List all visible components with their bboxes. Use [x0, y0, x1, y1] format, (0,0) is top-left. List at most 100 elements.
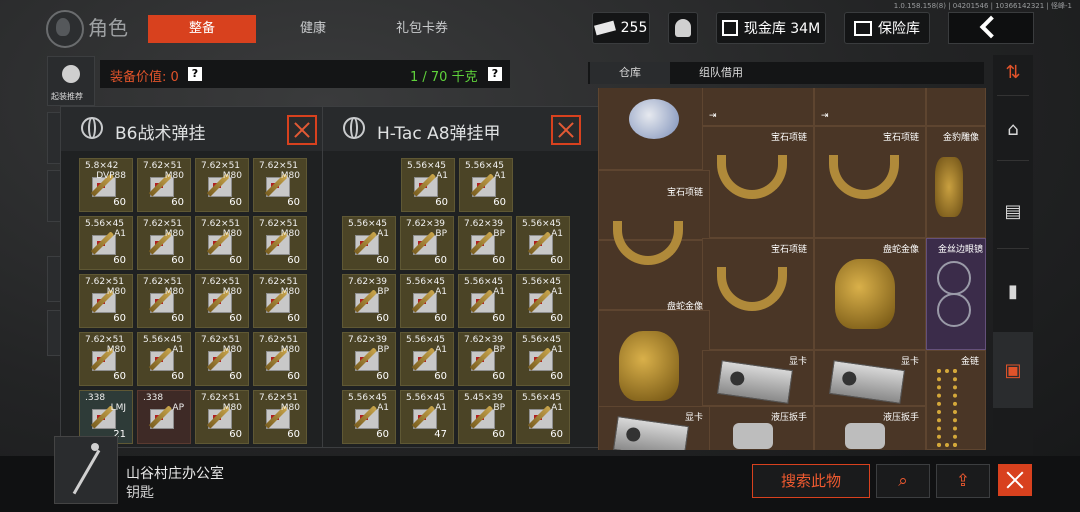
warehouse-item-leopard[interactable]: 金豹雕像 [926, 126, 986, 238]
ammo-cell[interactable]: 5.56×45 A1 47 [400, 390, 454, 444]
warehouse-item-vase[interactable]: ⇥ [814, 88, 926, 126]
ammo-caliber: 5.45×39 [464, 393, 504, 403]
ammo-cell[interactable]: 7.62×51 M80 60 [253, 158, 307, 212]
ammo-type: DVP88 [96, 171, 126, 181]
gpu-icon [716, 360, 794, 404]
ammo-cell[interactable]: 7.62×51 M80 60 [195, 332, 249, 386]
close-panel-button[interactable] [287, 115, 317, 145]
ammo-caliber: 7.62×51 [143, 219, 183, 229]
ammo-caliber: 7.62×51 [259, 393, 299, 403]
value-help-icon[interactable]: ? [188, 67, 202, 81]
cash-vault-button[interactable]: 现金库 34M [716, 12, 826, 44]
ticket-counter[interactable]: 255 [592, 12, 650, 44]
warehouse-item-gpu[interactable]: 显卡 [702, 350, 814, 406]
ammo-cell[interactable]: 5.56×45 A1 60 [79, 216, 133, 270]
box-icon[interactable]: ▣ [993, 332, 1033, 408]
ammo-cell[interactable]: 7.62×39 BP 60 [342, 274, 396, 328]
ammo-cell[interactable]: 5.56×45 A1 60 [342, 390, 396, 444]
ammo-cell[interactable]: 7.62×51 M80 60 [79, 332, 133, 386]
ammo-cell[interactable]: 7.62×39 BP 60 [458, 216, 512, 270]
ammo-cell[interactable]: 7.62×39 BP 60 [400, 216, 454, 270]
ammo-cell[interactable]: 7.62×51 M80 60 [253, 274, 307, 328]
ammo-cell[interactable]: 7.62×51 M80 60 [195, 274, 249, 328]
ammo-count: 60 [550, 255, 563, 266]
trade-button[interactable]: ⇪ [936, 464, 990, 498]
tab-team-borrow[interactable]: 组队借用 [674, 62, 768, 84]
ammo-cell[interactable]: 5.45×39 BP 60 [458, 390, 512, 444]
mark-icon: ⇥ [709, 111, 717, 121]
ammo-cell[interactable]: 7.62×51 M80 60 [195, 158, 249, 212]
warehouse-item-lamp[interactable]: ⇥ [702, 88, 814, 126]
ammo-type: M80 [106, 287, 126, 297]
ammo-cell[interactable]: 7.62×51 M80 60 [195, 390, 249, 444]
ammo-caliber: 5.56×45 [406, 393, 446, 403]
warehouse-item-gold-chain[interactable]: 金链 [926, 350, 986, 450]
ammo-cell[interactable]: 7.62×51 M80 60 [137, 274, 191, 328]
version-text: 1.0.158.158(8) | 04201546 | 10366142321 … [893, 2, 1072, 10]
ammo-cell[interactable]: 7.62×51 M80 60 [79, 274, 133, 328]
avatar-button[interactable] [668, 12, 698, 44]
ammo-cell[interactable]: 7.62×39 BP 60 [342, 332, 396, 386]
storage-icon[interactable]: ▤ [993, 186, 1033, 236]
key-icon[interactable] [54, 436, 118, 504]
ammo-cell[interactable]: 7.62×51 M80 60 [137, 216, 191, 270]
ammo-cell[interactable]: 5.56×45 A1 60 [516, 332, 570, 386]
ammo-count: 60 [229, 255, 242, 266]
ammo-cell[interactable]: 5.56×45 A1 60 [342, 216, 396, 270]
search-item-button[interactable]: 搜索此物 [752, 464, 870, 498]
safe-box-button[interactable]: 保险库 [844, 12, 930, 44]
ammo-cell[interactable]: 7.62×51 M80 60 [253, 332, 307, 386]
warehouse-item-partial[interactable] [926, 88, 986, 126]
weight-help-icon[interactable]: ? [488, 67, 502, 81]
ammo-icon[interactable]: ▮ [993, 266, 1033, 316]
ammo-cell[interactable]: 5.56×45 A1 60 [458, 274, 512, 328]
gun-icon [62, 65, 80, 83]
warehouse-item-necklace[interactable]: 宝石项链 [814, 126, 926, 238]
ammo-cell[interactable]: 5.56×45 A1 60 [400, 332, 454, 386]
ammo-cell[interactable]: 5.56×45 A1 60 [459, 158, 513, 212]
warehouse-item-teapot[interactable] [598, 88, 710, 170]
ammo-cell[interactable]: 5.8×42 DVP88 60 [79, 158, 133, 212]
ammo-cell[interactable]: 7.62×51 M80 60 [253, 216, 307, 270]
ammo-cell[interactable]: 5.56×45 A1 60 [400, 274, 454, 328]
safe-icon [854, 20, 872, 36]
ammo-cell[interactable]: 5.56×45 A1 60 [137, 332, 191, 386]
item-name: 宝石项链 [882, 133, 919, 143]
home-icon[interactable]: ⌂ [993, 104, 1033, 154]
tab-gift-cards[interactable]: 礼包卡券 [372, 15, 472, 43]
ammo-count: 60 [287, 429, 300, 440]
close-button[interactable] [998, 464, 1032, 496]
warehouse-item-snake[interactable]: 盘蛇金像 [814, 238, 926, 350]
trade-icon: ⇪ [955, 471, 971, 491]
ammo-cell[interactable]: 5.56×45 A1 60 [516, 274, 570, 328]
warehouse-item-gpu[interactable]: 显卡 [814, 350, 926, 406]
ammo-type: AP [172, 403, 184, 413]
warehouse-item-glasses[interactable]: 金丝边眼镜 [926, 238, 986, 350]
warehouse-item-necklace[interactable]: 宝石项链 [702, 126, 814, 238]
ammo-type: BP [377, 345, 389, 355]
ammo-type: M80 [164, 171, 184, 181]
back-button[interactable] [948, 12, 1034, 44]
item-name: 金链 [960, 357, 979, 367]
sort-icon[interactable]: ⇅ [993, 56, 1033, 88]
warehouse-item-gpu[interactable]: 显卡 [598, 406, 710, 450]
ammo-cell[interactable]: 5.56×45 A1 60 [516, 390, 570, 444]
ammo-cell[interactable]: 5.56×45 A1 60 [516, 216, 570, 270]
loadout-recommend-button[interactable]: 起装推荐 [47, 56, 95, 106]
ammo-cell[interactable]: .338 AP [137, 390, 191, 444]
warehouse-item-wrench[interactable]: 液压扳手 [814, 406, 926, 450]
ammo-cell[interactable]: 7.62×39 BP 60 [458, 332, 512, 386]
magnifier-button[interactable]: ⌕ [876, 464, 930, 498]
panel-header: B6战术弹挂 [61, 107, 323, 151]
tab-warehouse[interactable]: 仓库 [590, 62, 670, 84]
ammo-cell[interactable]: 7.62×51 M80 60 [137, 158, 191, 212]
warehouse-item-wrench[interactable]: 液压扳手 [702, 406, 814, 450]
ammo-cell[interactable]: 7.62×51 M80 60 [195, 216, 249, 270]
warehouse-item-necklace[interactable]: 宝石项链 [702, 238, 814, 350]
tab-health[interactable]: 健康 [268, 15, 358, 43]
close-panel-button[interactable] [551, 115, 581, 145]
ammo-cell[interactable]: 5.56×45 A1 60 [401, 158, 455, 212]
ammo-cell[interactable]: 7.62×51 M80 60 [253, 390, 307, 444]
tab-equipment[interactable]: 整备 [148, 15, 256, 43]
ammo-count: 60 [376, 255, 389, 266]
